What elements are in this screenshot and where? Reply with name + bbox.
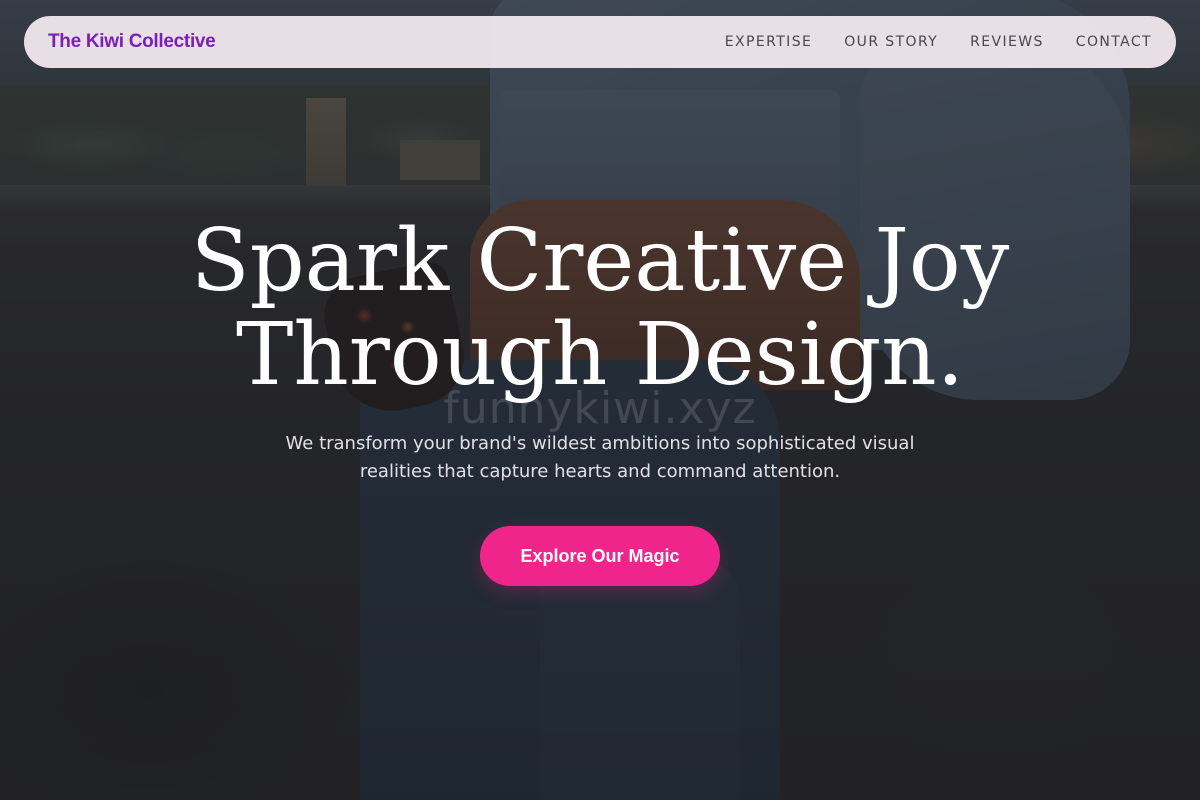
brand-logo-link[interactable]: The Kiwi Collective <box>48 31 216 53</box>
nav-link-reviews[interactable]: REVIEWS <box>970 34 1044 50</box>
top-navbar: The Kiwi Collective EXPERTISE OUR STORY … <box>24 16 1176 68</box>
nav-links: EXPERTISE OUR STORY REVIEWS CONTACT <box>725 33 1152 51</box>
nav-link-expertise[interactable]: EXPERTISE <box>725 34 812 50</box>
explore-magic-button[interactable]: Explore Our Magic <box>480 526 720 586</box>
nav-link-our-story[interactable]: OUR STORY <box>844 34 938 50</box>
hero-title: Spark Creative Joy Through Design. <box>0 214 1200 402</box>
hero-title-line-2: Through Design. <box>235 305 965 405</box>
hero-title-line-1: Spark Creative Joy <box>190 211 1010 311</box>
hero-subtitle: We transform your brand's wildest ambiti… <box>285 433 915 482</box>
nav-link-contact[interactable]: CONTACT <box>1076 34 1152 50</box>
